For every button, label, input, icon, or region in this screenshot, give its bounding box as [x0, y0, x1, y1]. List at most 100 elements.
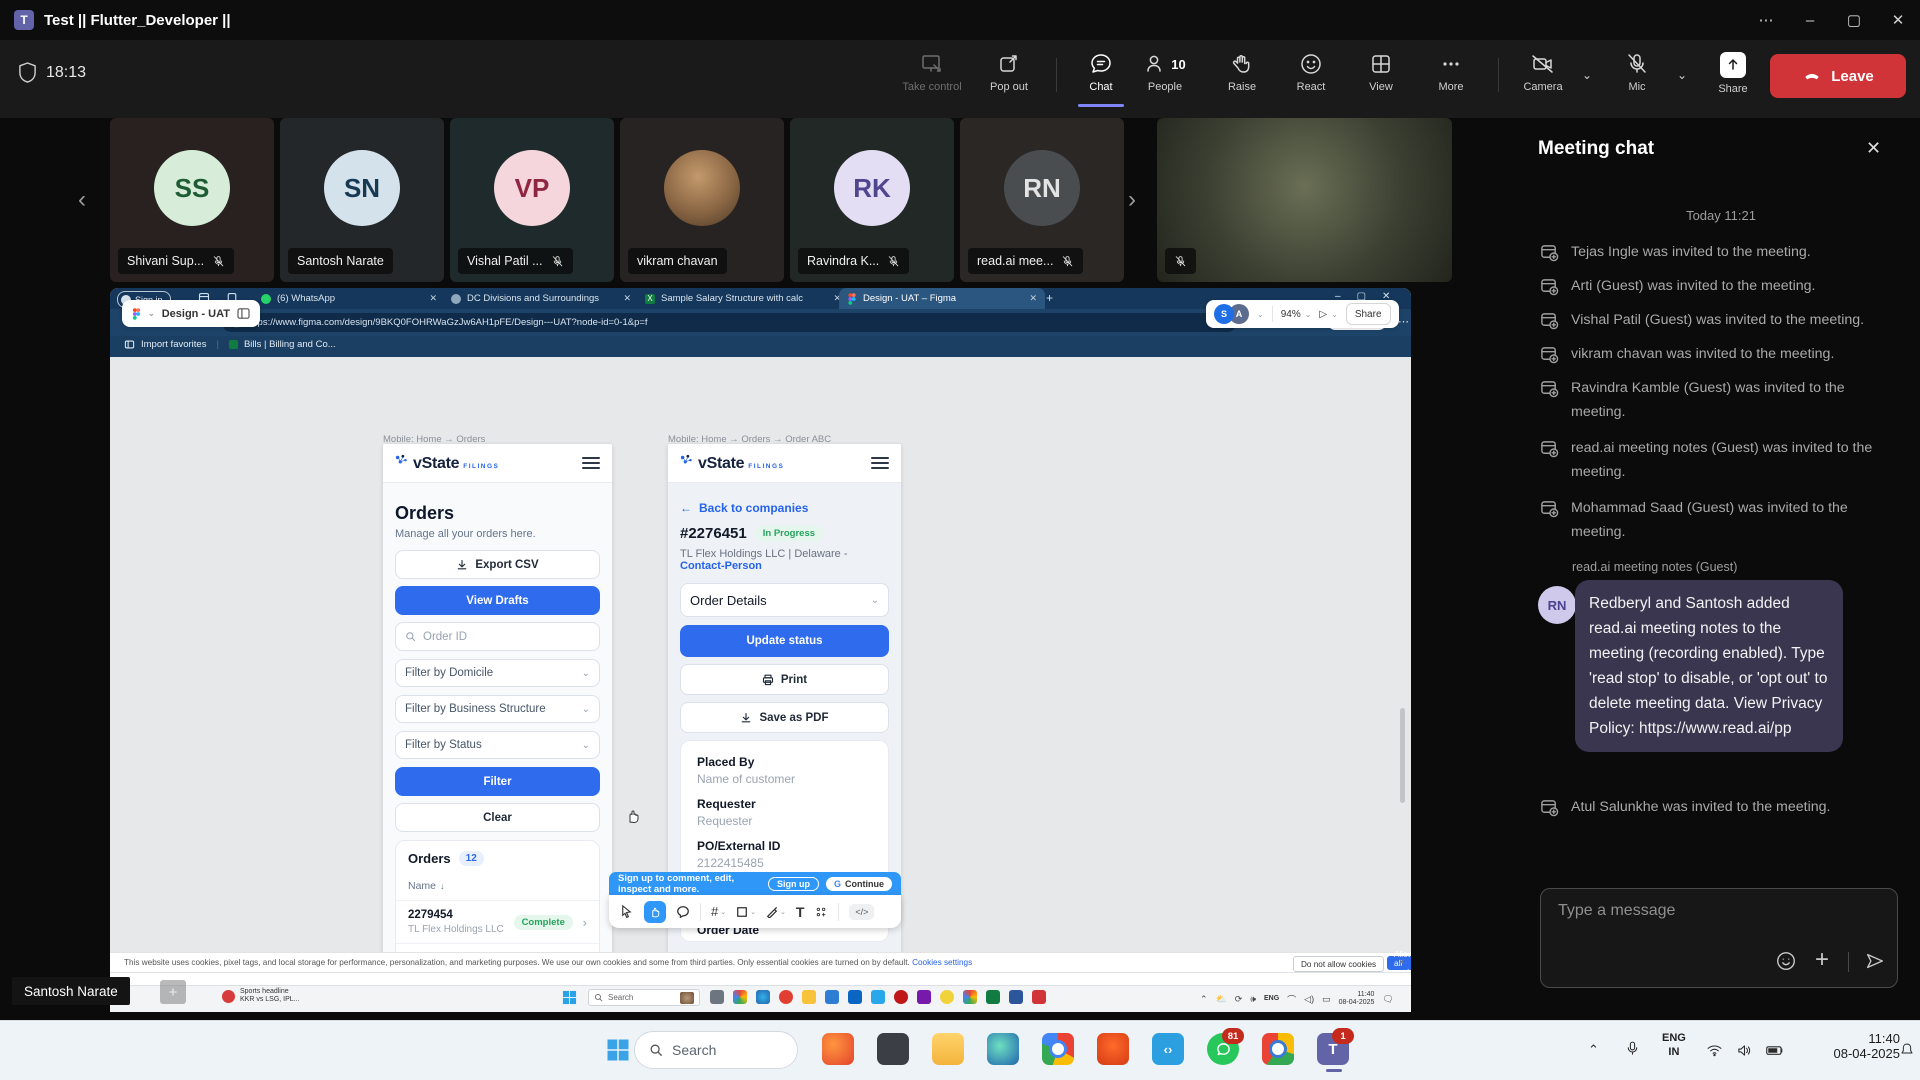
figma-frame-orders[interactable]: vStateFILINGS Orders Manage all your ord…: [383, 444, 612, 1010]
firefox-icon[interactable]: [822, 1033, 854, 1065]
vscode-icon[interactable]: ‹›: [1152, 1033, 1184, 1065]
figma-file-chip[interactable]: ⌄ Design - UAT: [122, 300, 260, 327]
acrobat-icon[interactable]: [1032, 990, 1046, 1004]
new-tab-icon[interactable]: +: [1046, 291, 1053, 305]
attach-plus-icon[interactable]: +: [1815, 946, 1829, 974]
excel-icon[interactable]: [986, 990, 1000, 1004]
pen-tool[interactable]: ⌄: [766, 906, 786, 918]
hamburger-menu-icon[interactable]: [582, 454, 600, 472]
edge-icon[interactable]: [756, 990, 770, 1004]
mcafee-icon[interactable]: [894, 990, 908, 1004]
share-button[interactable]: Share: [1694, 52, 1772, 95]
presenter-system-tray[interactable]: ⌃ ⛅ ⟳ 🕪 ENG ⌒ ◁) ▭ 11:4008-04-2025 🗨: [1200, 991, 1394, 1007]
browser-tab-dc-divisions[interactable]: DC Divisions and Surroundings✕: [443, 288, 639, 309]
whatsapp-icon[interactable]: 81: [1207, 1033, 1239, 1065]
text-tool[interactable]: T: [796, 904, 805, 920]
browser-tab-figma-active[interactable]: Design - UAT – Figma✕: [839, 288, 1045, 309]
tray-hidden-icons-chevron[interactable]: ⌃: [1588, 1042, 1599, 1058]
favorite-bills-link[interactable]: Bills | Billing and Co...: [244, 339, 336, 350]
app-icon[interactable]: [940, 990, 954, 1004]
dev-mode-toggle[interactable]: </>: [849, 904, 874, 920]
google-continue-button[interactable]: G Continue: [826, 877, 892, 891]
hamburger-menu-icon[interactable]: [871, 454, 889, 472]
maximize-button[interactable]: ▢: [1832, 11, 1876, 29]
tray-mic-icon[interactable]: [1624, 1040, 1641, 1057]
app-icon[interactable]: [917, 990, 931, 1004]
hand-tool-active[interactable]: [644, 901, 666, 923]
contact-person-link[interactable]: Contact-Person: [680, 560, 762, 572]
camera-options-chevron[interactable]: ⌄: [1582, 68, 1592, 82]
titlebar-more-icon[interactable]: ⋯: [1744, 11, 1788, 29]
deny-cookies-button[interactable]: Do not allow cookies: [1293, 956, 1384, 972]
take-control-button[interactable]: Take control: [893, 52, 971, 93]
tray-notification-icon[interactable]: 🗨: [1382, 994, 1393, 1005]
tray-battery-icon[interactable]: [1766, 1043, 1784, 1058]
column-header-name[interactable]: Name: [408, 880, 436, 892]
taskbar-search[interactable]: Search: [634, 1031, 798, 1069]
participant-tile[interactable]: VP Vishal Patil ...: [450, 118, 614, 282]
presenter-start-icon[interactable]: [562, 990, 577, 1005]
tray-volume-icon[interactable]: [1736, 1042, 1753, 1059]
presenter-news-widget[interactable]: Sports headlineKKR vs LSG, IPL...: [222, 988, 300, 1004]
update-status-button[interactable]: Update status: [680, 625, 889, 657]
view-button[interactable]: View: [1342, 52, 1420, 93]
canvas-scrollbar[interactable]: [1400, 708, 1405, 803]
filter-button[interactable]: Filter: [395, 767, 600, 796]
tab-close-icon[interactable]: ✕: [623, 293, 631, 304]
shape-tool[interactable]: ⌄: [736, 906, 756, 918]
clear-button[interactable]: Clear: [395, 803, 600, 832]
view-drafts-button[interactable]: View Drafts: [395, 586, 600, 615]
browser-more-icon[interactable]: ⋯: [1398, 315, 1409, 328]
move-tool-icon[interactable]: [619, 904, 634, 919]
tray-language-indicator[interactable]: ENGIN: [1662, 1031, 1686, 1059]
participant-tile[interactable]: RK Ravindra K...: [790, 118, 954, 282]
store-icon[interactable]: [825, 990, 839, 1004]
browser-tab-salary-sheet[interactable]: X Sample Salary Structure with calc✕: [637, 288, 849, 309]
banner-sign-up-button[interactable]: Sign up: [768, 877, 819, 891]
chrome-icon[interactable]: [963, 990, 977, 1004]
sort-desc-icon[interactable]: ↓: [440, 881, 445, 891]
close-icon[interactable]: ✕: [1398, 957, 1406, 968]
emoji-picker-icon[interactable]: [1775, 950, 1797, 972]
outlook-icon[interactable]: [848, 990, 862, 1004]
prototype-play-button[interactable]: ▷⌄: [1319, 309, 1337, 320]
filter-business-structure-select[interactable]: Filter by Business Structure⌄: [395, 695, 600, 723]
chevron-down-icon[interactable]: ⌄: [1257, 310, 1264, 319]
tray-notification-bell-icon[interactable]: [1899, 1042, 1915, 1058]
app-icon[interactable]: [710, 990, 724, 1004]
back-to-companies-link[interactable]: ←Back to companies: [680, 501, 889, 515]
word-icon[interactable]: [1009, 990, 1023, 1004]
actions-tool[interactable]: [814, 905, 828, 919]
participant-tile[interactable]: SS Shivani Sup...: [110, 118, 274, 282]
comment-tool-icon[interactable]: [676, 905, 690, 919]
figma-share-button[interactable]: Share: [1346, 303, 1391, 325]
people-button[interactable]: 10 People: [1126, 52, 1204, 93]
react-button[interactable]: React: [1272, 52, 1350, 93]
cookie-settings-link[interactable]: Cookies settings: [912, 958, 972, 967]
tray-mic-icon[interactable]: 🕪: [1250, 994, 1256, 1005]
participant-tile[interactable]: SN Santosh Narate: [280, 118, 444, 282]
mic-button[interactable]: Mic: [1598, 52, 1676, 93]
taskbar-clock[interactable]: 11:4008-04-2025: [1796, 1031, 1900, 1061]
tab-close-icon[interactable]: ✕: [1029, 293, 1037, 304]
teams-icon[interactable]: T 1: [1317, 1033, 1349, 1065]
chrome-icon[interactable]: [1042, 1033, 1074, 1065]
folder-icon[interactable]: [802, 990, 816, 1004]
chevron-right-icon[interactable]: ›: [583, 915, 587, 930]
send-icon[interactable]: [1864, 950, 1886, 972]
app-icon[interactable]: [877, 1033, 909, 1065]
presenter-search-box[interactable]: Search: [588, 989, 700, 1006]
leave-button[interactable]: Leave: [1770, 54, 1906, 98]
strip-next-chevron[interactable]: ›: [1128, 186, 1136, 214]
presenter-taskbar-icons[interactable]: [710, 990, 1046, 1004]
brave-icon[interactable]: [1097, 1033, 1129, 1065]
address-bar[interactable]: https://www.figma.com/design/9BKQ0FOHRWa…: [222, 313, 1237, 332]
minimize-button[interactable]: –: [1788, 12, 1832, 29]
order-id-search-input[interactable]: Order ID: [395, 622, 600, 651]
order-row[interactable]: 2279454TL Flex Holdings LLC Complete ›: [396, 901, 599, 943]
raise-button[interactable]: Raise: [1203, 52, 1281, 93]
tray-volume-icon[interactable]: ◁): [1304, 994, 1314, 1005]
file-explorer-icon[interactable]: [932, 1033, 964, 1065]
pop-out-button[interactable]: Pop out: [970, 52, 1048, 93]
tray-battery-icon[interactable]: ▭: [1322, 994, 1331, 1005]
